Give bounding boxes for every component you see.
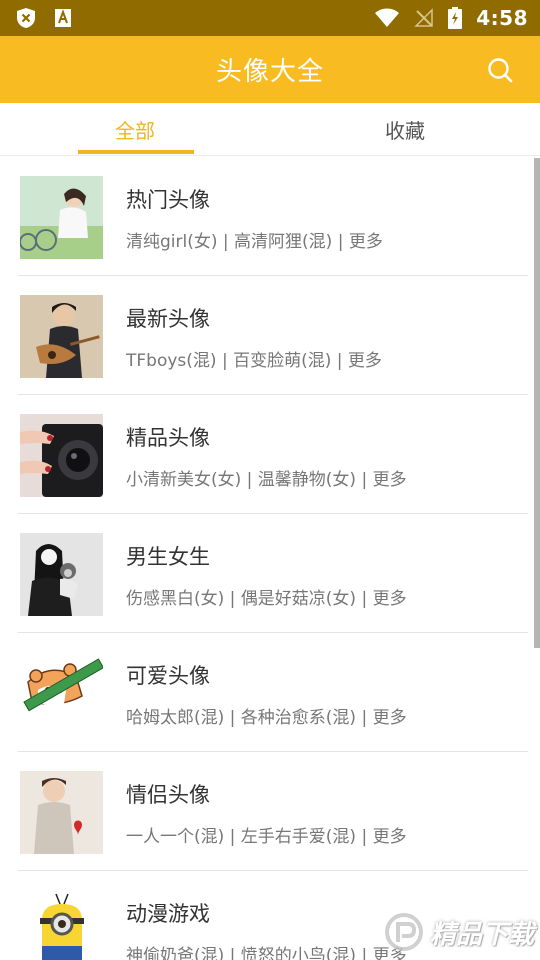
list-item[interactable]: 精品头像 小清新美女(女) | 温馨静物(女) | 更多 xyxy=(18,395,528,514)
scrollbar[interactable] xyxy=(534,158,540,648)
category-title: 最新头像 xyxy=(126,307,210,331)
category-title: 动漫游戏 xyxy=(126,902,210,926)
battery-charging-icon xyxy=(448,7,463,29)
category-title: 精品头像 xyxy=(126,426,210,450)
shield-x-icon xyxy=(16,7,36,29)
watermark-text: 精品下载 xyxy=(429,919,534,950)
list-item[interactable]: 男生女生 伤感黑白(女) | 偶是好菇凉(女) | 更多 xyxy=(18,514,528,633)
category-thumbnail xyxy=(20,295,103,378)
category-tags: 神偷奶爸(混) | 愤怒的小鸟(混) | 更多 xyxy=(126,946,407,960)
watermark-logo-icon xyxy=(384,913,423,951)
tab-favorites-label: 收藏 xyxy=(385,119,425,143)
category-thumbnail xyxy=(20,652,103,735)
tab-bar: 全部 收藏 xyxy=(0,103,540,156)
status-bar: 4:58 xyxy=(0,0,540,36)
tab-all[interactable]: 全部 xyxy=(0,103,270,156)
category-tags: TFboys(混) | 百变脸萌(混) | 更多 xyxy=(126,351,382,371)
category-thumbnail xyxy=(20,771,103,854)
category-thumbnail xyxy=(20,176,103,259)
category-tags: 小清新美女(女) | 温馨静物(女) | 更多 xyxy=(126,470,407,490)
list-item[interactable]: 热门头像 清纯girl(女) | 高清阿狸(混) | 更多 xyxy=(18,157,528,276)
search-icon xyxy=(488,58,513,83)
category-thumbnail xyxy=(20,533,103,616)
page-title: 头像大全 xyxy=(215,57,324,87)
no-signal-icon xyxy=(414,8,434,28)
list-item[interactable]: 可爱头像 哈姆太郎(混) | 各种治愈系(混) | 更多 xyxy=(18,633,528,752)
category-list: 热门头像 清纯girl(女) | 高清阿狸(混) | 更多 最新头像 TFboy… xyxy=(0,157,540,960)
category-tags: 清纯girl(女) | 高清阿狸(混) | 更多 xyxy=(126,232,383,252)
category-thumbnail xyxy=(20,414,103,497)
category-thumbnail xyxy=(20,890,103,960)
tab-all-label: 全部 xyxy=(115,119,155,143)
wifi-icon xyxy=(374,8,400,28)
watermark: 精品下载 xyxy=(384,912,534,952)
app-notification-icon xyxy=(54,8,72,28)
tab-favorites[interactable]: 收藏 xyxy=(270,103,540,156)
list-item[interactable]: 情侣头像 一人一个(混) | 左手右手爱(混) | 更多 xyxy=(18,752,528,871)
category-tags: 一人一个(混) | 左手右手爱(混) | 更多 xyxy=(126,827,407,847)
app-bar: 头像大全 xyxy=(0,36,540,103)
category-tags: 哈姆太郎(混) | 各种治愈系(混) | 更多 xyxy=(126,708,407,728)
search-button[interactable] xyxy=(486,56,514,84)
category-title: 情侣头像 xyxy=(126,783,210,807)
tab-indicator xyxy=(78,150,194,154)
list-item[interactable]: 最新头像 TFboys(混) | 百变脸萌(混) | 更多 xyxy=(18,276,528,395)
category-title: 可爱头像 xyxy=(126,664,210,688)
status-time: 4:58 xyxy=(476,6,528,30)
category-title: 热门头像 xyxy=(126,188,210,212)
category-title: 男生女生 xyxy=(126,545,210,569)
category-tags: 伤感黑白(女) | 偶是好菇凉(女) | 更多 xyxy=(126,589,407,609)
